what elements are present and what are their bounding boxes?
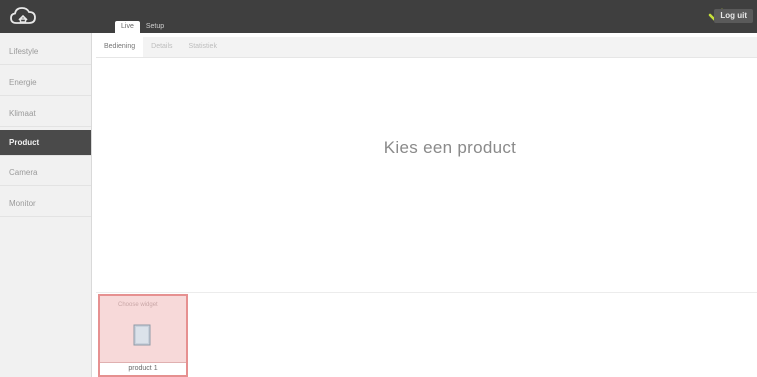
sidebar-item-camera[interactable]: Camera (0, 160, 91, 186)
logout-button[interactable]: Log uit (714, 9, 753, 23)
sidebar-item-product[interactable]: Product (0, 130, 91, 156)
sidebar-item-lifestyle[interactable]: Lifestyle (0, 39, 91, 65)
card-label: product 1 (100, 362, 186, 375)
product-card[interactable]: Choose widget product 1 (98, 294, 188, 377)
card-hint: Choose widget (118, 302, 158, 308)
subtab-statistiek[interactable]: Statistiek (181, 37, 225, 57)
sidebar-item-klimaat[interactable]: Klimaat (0, 101, 91, 127)
top-bar: Live Setup Log uit (0, 0, 757, 33)
document-icon (133, 324, 151, 346)
main-placeholder-title: Kies een product (383, 138, 517, 157)
tab-setup[interactable]: Setup (140, 21, 170, 33)
subtab-details[interactable]: Details (143, 37, 180, 57)
sub-tabs: Bediening Details Statistiek (96, 37, 757, 58)
sidebar-item-energie[interactable]: Energie (0, 70, 91, 96)
subtab-bediening[interactable]: Bediening (96, 37, 144, 57)
tray-divider (96, 292, 757, 293)
tab-live[interactable]: Live (115, 21, 140, 33)
cloud-home-logo-icon[interactable] (10, 5, 36, 27)
sidebar-item-monitor[interactable]: Monitor (0, 191, 91, 217)
sidebar: Lifestyle Energie Klimaat Product Camera… (0, 33, 92, 377)
main-tabs: Live Setup (115, 20, 170, 33)
